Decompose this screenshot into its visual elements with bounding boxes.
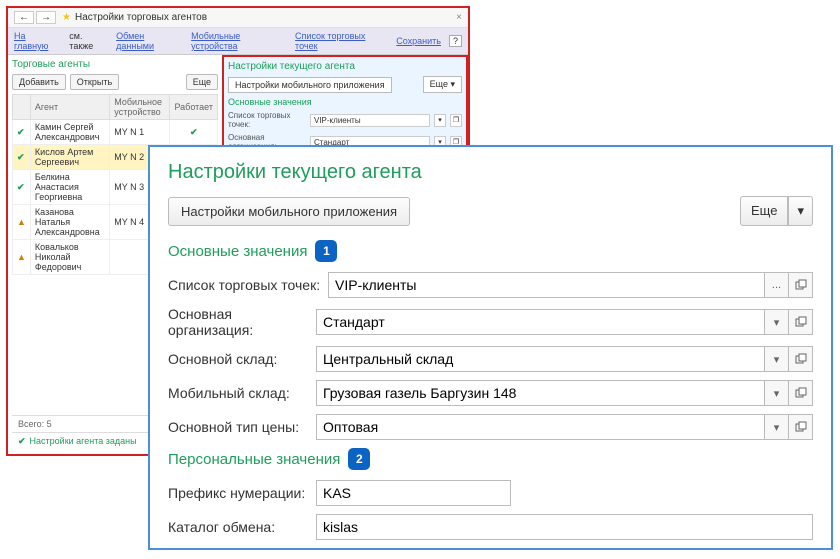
catalog-input[interactable] <box>316 514 813 540</box>
label-org: Основная организация: <box>168 306 316 338</box>
dropdown-button[interactable]: ▾ <box>765 309 789 335</box>
nav-back-button[interactable]: ← <box>14 11 34 24</box>
close-icon[interactable]: × <box>456 12 462 23</box>
mini-section-main: Основные значения <box>228 97 462 107</box>
window-title: Настройки торговых агентов <box>75 12 207 23</box>
mini-heading: Настройки текущего агента <box>228 61 462 72</box>
label-price: Основной тип цены: <box>168 419 316 435</box>
open-icon[interactable] <box>789 346 813 372</box>
open-icon[interactable]: ❐ <box>450 114 462 127</box>
label-mobile: Мобильный склад: <box>168 385 316 401</box>
col-device[interactable]: Мобильное устройство <box>110 95 170 120</box>
linkbar: На главную см. также Обмен данными Мобил… <box>8 28 468 55</box>
add-button[interactable]: Добавить <box>12 74 66 90</box>
section-main-values: Основные значения 1 <box>168 240 813 262</box>
chevron-down-icon[interactable]: ▾ <box>788 196 813 226</box>
label-catalog: Каталог обмена: <box>168 519 316 535</box>
dropdown-button[interactable]: ▾ <box>765 414 789 440</box>
open-icon[interactable] <box>789 272 813 298</box>
link-save[interactable]: Сохранить <box>396 36 441 46</box>
open-icon[interactable] <box>789 380 813 406</box>
agents-heading: Торговые агенты <box>12 59 218 70</box>
warehouse-input[interactable] <box>316 346 765 372</box>
mini-more-button[interactable]: Еще ▾ <box>423 76 462 93</box>
agent-settings-panel: Настройки текущего агента Настройки моби… <box>148 145 833 550</box>
label-points: Список торговых точек: <box>168 277 328 293</box>
link-exchange[interactable]: Обмен данными <box>116 31 183 51</box>
badge-1: 1 <box>315 240 337 262</box>
favorite-icon[interactable]: ★ <box>62 12 71 23</box>
org-input[interactable] <box>316 309 765 335</box>
mobile-input[interactable] <box>316 380 765 406</box>
label-prefix: Префикс нумерации: <box>168 485 316 501</box>
badge-2: 2 <box>348 448 370 470</box>
link-devices[interactable]: Мобильные устройства <box>191 31 287 51</box>
section-personal-values: Персональные значения 2 <box>168 448 813 470</box>
open-button[interactable]: Открыть <box>70 74 119 90</box>
dropdown-button[interactable]: ▾ <box>765 380 789 406</box>
more-button-small[interactable]: Еще <box>186 74 218 90</box>
mini-mobile-settings-button[interactable]: Настройки мобильного приложения <box>228 77 392 93</box>
price-input[interactable] <box>316 414 765 440</box>
link-home[interactable]: На главную <box>14 31 61 51</box>
panel-title: Настройки текущего агента <box>168 161 813 184</box>
mobile-settings-button[interactable]: Настройки мобильного приложения <box>168 197 410 226</box>
label-warehouse: Основной склад: <box>168 351 316 367</box>
table-row[interactable]: ✔Камин Сергей АлександровичMY N 1✔ <box>13 120 218 145</box>
open-icon[interactable] <box>789 414 813 440</box>
link-also-label: см. также <box>69 31 108 51</box>
ellipsis-button[interactable]: ... <box>765 272 789 298</box>
nav-forward-button[interactable]: → <box>36 11 56 24</box>
more-button[interactable]: Еще ▾ <box>740 196 813 226</box>
col-works[interactable]: Работает <box>170 95 218 120</box>
dropdown-button[interactable]: ▾ <box>765 346 789 372</box>
points-input[interactable] <box>328 272 765 298</box>
open-icon[interactable] <box>789 309 813 335</box>
titlebar: ← → ★ Настройки торговых агентов × <box>8 8 468 28</box>
help-button[interactable]: ? <box>449 35 462 47</box>
link-points[interactable]: Список торговых точек <box>295 31 388 51</box>
col-agent[interactable]: Агент <box>30 95 109 120</box>
prefix-input[interactable] <box>316 480 511 506</box>
dropdown-icon[interactable]: ▾ <box>434 114 446 127</box>
